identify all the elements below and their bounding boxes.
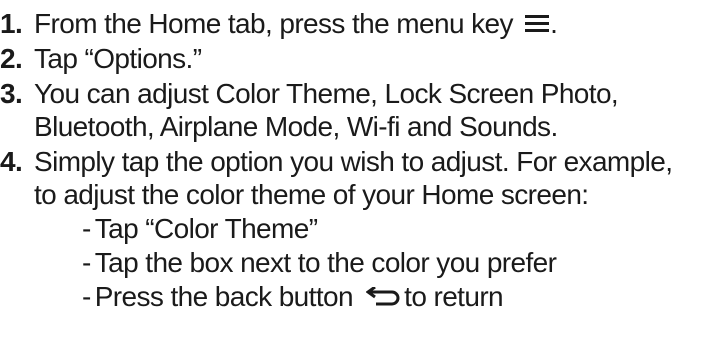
step-number: 1. [0,8,23,39]
step-text-line-2: Bluetooth, Airplane Mode, Wi-fi and Soun… [34,111,558,142]
step-text: From the Home tab, press the menu key [34,8,514,39]
step-number: 2. [0,43,23,74]
step-2: 2. Tap “Options.” [0,42,202,76]
substep-2: - Tap the box next to the color you prefe… [82,246,557,280]
menu-key-icon [525,14,550,32]
substep-text: Press the back button [94,281,354,312]
bullet-dash: - [82,247,91,278]
step-4: 4. Simply tap the option you wish to adju… [0,145,673,179]
substep-text: Tap “Color Theme” [94,213,318,244]
back-arrow-icon [366,286,400,306]
bullet-dash: - [82,213,91,244]
step-number: 4. [0,146,23,177]
step-3: 3. You can adjust Color Theme, Lock Scree… [0,77,619,111]
instructions-document: 1. From the Home tab, press the menu key … [0,0,725,341]
step-text-end: . [550,8,558,39]
step-text-line-2: to adjust the color theme of your Home s… [34,179,589,210]
bullet-dash: - [82,281,91,312]
step-text-line-1: Simply tap the option you wish to adjust… [34,146,673,177]
substep-3: - Press the back button to return [82,280,504,314]
step-1: 1. From the Home tab, press the menu key … [0,7,558,41]
step-text-line-1: You can adjust Color Theme, Lock Screen … [34,78,619,109]
step-number: 3. [0,78,23,109]
step-3-continuation: Bluetooth, Airplane Mode, Wi-fi and Soun… [34,110,558,144]
step-4-continuation: to adjust the color theme of your Home s… [34,178,589,212]
substep-text-end: to return [404,281,504,312]
step-text: Tap “Options.” [34,43,202,74]
substep-text: Tap the box next to the color you prefer [94,247,557,278]
substep-1: - Tap “Color Theme” [82,212,318,246]
